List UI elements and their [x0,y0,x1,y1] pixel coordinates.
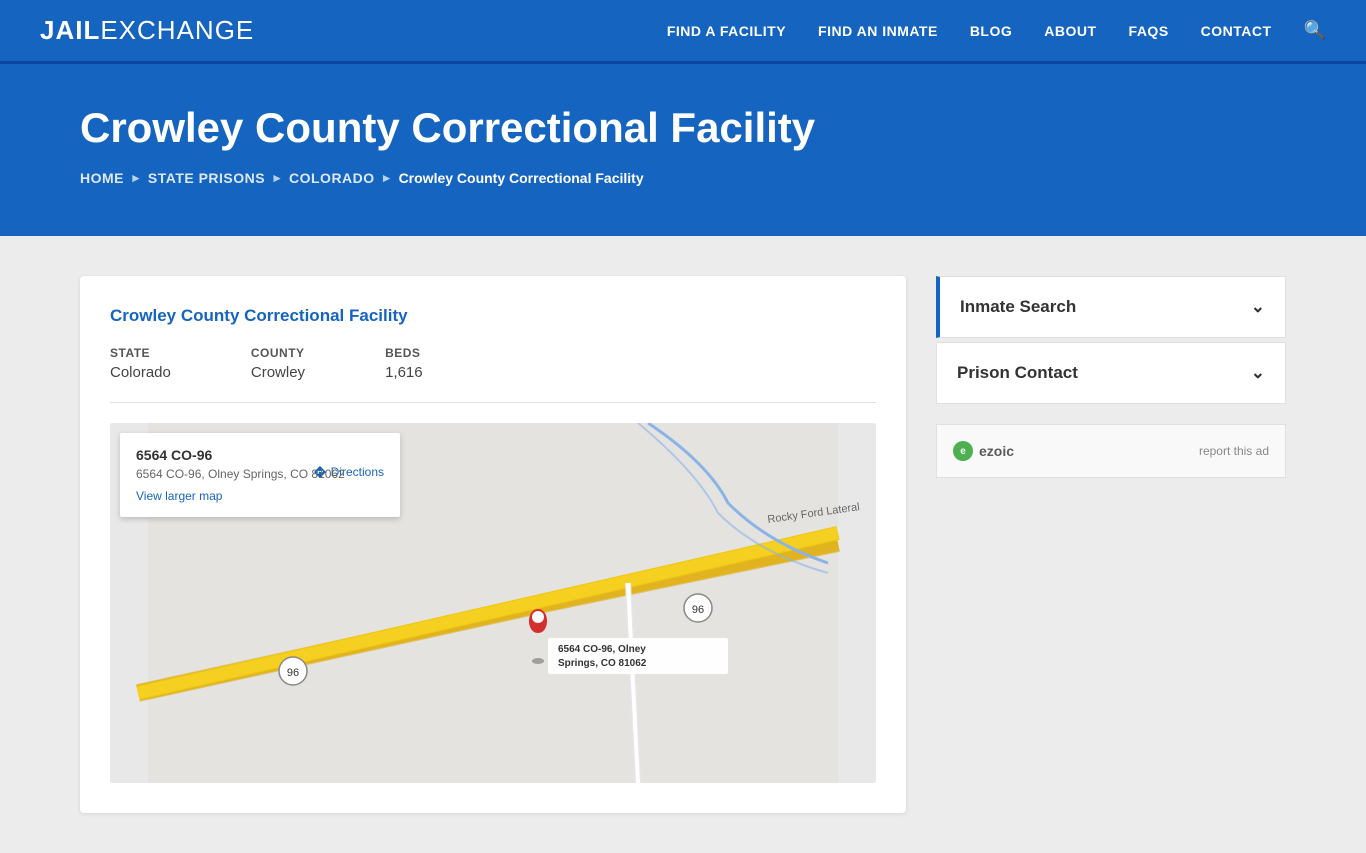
svg-text:96: 96 [287,667,299,679]
map-address-title: 6564 CO-96 [136,447,384,463]
ezoic-label: ezoic [979,443,1014,459]
breadcrumb-home[interactable]: Home [80,170,124,186]
svg-text:Springs, CO 81062: Springs, CO 81062 [558,658,647,669]
nav-about[interactable]: ABOUT [1044,23,1096,39]
county-label: COUNTY [251,346,305,360]
state-info: STATE Colorado [110,346,171,382]
logo-exchange: EXCHANGE [100,15,254,46]
main-content: Crowley County Correctional Facility STA… [0,236,1366,853]
main-nav: FIND A FACILITY FIND AN INMATE BLOG ABOU… [667,20,1326,41]
county-value: Crowley [251,364,305,381]
county-info: COUNTY Crowley [251,346,305,382]
svg-text:6564 CO-96, Olney: 6564 CO-96, Olney [558,644,646,655]
breadcrumb-state[interactable]: Colorado [289,170,375,186]
report-ad-link[interactable]: report this ad [1199,444,1269,458]
info-grid: STATE Colorado COUNTY Crowley BEDS 1,616 [110,346,876,382]
ezoic-logo: e ezoic [953,441,1014,461]
beds-label: BEDS [385,346,423,360]
inmate-search-accordion[interactable]: Inmate Search ⌄ [936,276,1286,338]
svg-text:96: 96 [692,604,704,616]
logo-jail: JAIL [40,15,100,46]
prison-contact-chevron: ⌄ [1251,363,1265,383]
breadcrumb-sep-1: ► [130,171,142,185]
prison-contact-label: Prison Contact [957,363,1078,383]
map-container: 6564 CO-96 6564 CO-96, Olney Springs, CO… [110,423,876,783]
nav-contact[interactable]: CONTACT [1201,23,1272,39]
breadcrumb-state-prisons[interactable]: State Prisons [148,170,265,186]
breadcrumb-current: Crowley County Correctional Facility [399,170,644,186]
inmate-search-header[interactable]: Inmate Search ⌄ [940,277,1285,337]
ezoic-icon: e [953,441,973,461]
prison-contact-header[interactable]: Prison Contact ⌄ [937,343,1285,403]
ad-container: e ezoic report this ad [936,424,1286,478]
prison-contact-accordion[interactable]: Prison Contact ⌄ [936,342,1286,404]
breadcrumb-sep-3: ► [381,171,393,185]
facility-details-panel: Crowley County Correctional Facility STA… [80,276,906,813]
right-panel: Inmate Search ⌄ Prison Contact ⌄ e ezoic… [936,276,1286,813]
beds-value: 1,616 [385,364,423,381]
view-larger-map-link[interactable]: View larger map [136,489,384,503]
nav-find-inmate[interactable]: FIND AN INMATE [818,23,938,39]
inmate-search-label: Inmate Search [960,297,1076,317]
nav-faqs[interactable]: FAQs [1129,23,1169,39]
search-button[interactable]: 🔍 [1304,20,1326,41]
breadcrumb-sep-2: ► [271,171,283,185]
nav-blog[interactable]: BLOG [970,23,1012,39]
map-info-box: 6564 CO-96 6564 CO-96, Olney Springs, CO… [120,433,400,517]
site-logo[interactable]: JAILEXCHANGE [40,15,254,46]
site-header: JAILEXCHANGE FIND A FACILITY FIND AN INM… [0,0,1366,64]
beds-info: BEDS 1,616 [385,346,423,382]
inmate-search-chevron: ⌄ [1251,297,1265,317]
page-title: Crowley County Correctional Facility [80,104,1286,152]
nav-find-facility[interactable]: FIND A FACILITY [667,23,786,39]
hero-section: Crowley County Correctional Facility Hom… [0,64,1366,236]
state-label: STATE [110,346,171,360]
state-value: Colorado [110,364,171,381]
facility-name: Crowley County Correctional Facility [110,306,876,326]
divider [110,402,876,403]
breadcrumb: Home ► State Prisons ► Colorado ► Crowle… [80,170,1286,186]
